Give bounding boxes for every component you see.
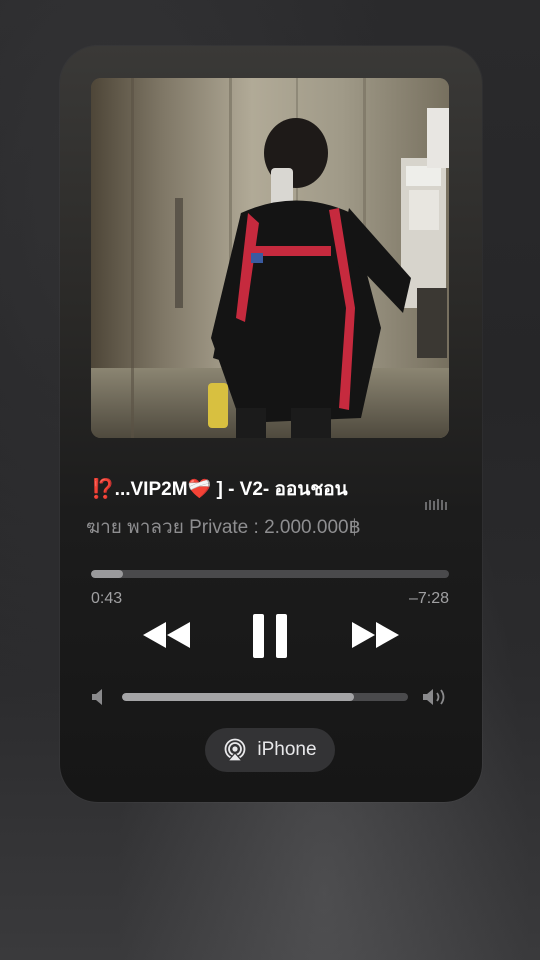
track-artist[interactable]: ฆาย พาลวย Private : 2.000.000฿ <box>86 512 410 540</box>
title-emoji: ⁉️ <box>91 479 115 500</box>
volume-slider[interactable] <box>122 693 408 701</box>
track-artist-container: ฆาย พาลวย Private : 2.000.000฿ <box>86 512 410 540</box>
volume-fill <box>122 693 354 701</box>
playback-progress-fill <box>91 570 124 578</box>
pause-icon[interactable] <box>250 612 290 660</box>
rewind-icon[interactable] <box>140 618 192 652</box>
remaining-time: –7:28 <box>408 590 449 607</box>
title-text: ...VIP2M❤️‍🩹 ] - V2- ออนชอน <box>114 479 348 500</box>
airplay-output-button[interactable]: iPhone <box>205 728 335 772</box>
playback-scrubber[interactable] <box>91 570 449 578</box>
waveform-icon <box>425 499 447 510</box>
track-title[interactable]: ⁉️...VIP2M❤️‍🩹 ] - V2- ออนชอน <box>91 474 421 504</box>
album-artwork[interactable] <box>91 78 449 438</box>
artwork-photo <box>91 78 449 438</box>
fast-forward-icon[interactable] <box>350 618 402 652</box>
output-device-label: iPhone <box>257 739 317 760</box>
speaker-high-icon <box>423 689 445 705</box>
elapsed-time: 0:43 <box>91 590 123 607</box>
airplay-audio-icon <box>225 738 246 762</box>
speaker-low-icon <box>92 689 102 705</box>
